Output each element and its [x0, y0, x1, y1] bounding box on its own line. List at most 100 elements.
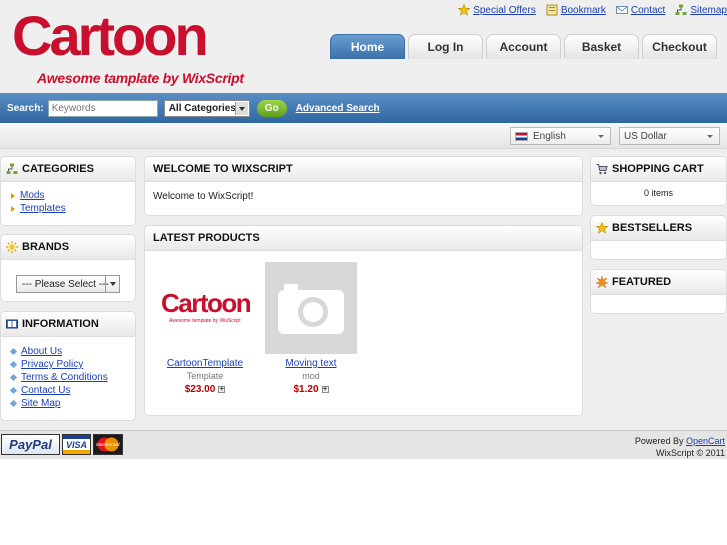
diamond-bullet-icon [9, 386, 18, 395]
main-nav: Home Log In Account Basket Checkout [330, 34, 717, 59]
product-image[interactable]: Cartoon Awesome template by WixScript [159, 262, 252, 354]
list-item[interactable]: Mods [11, 190, 135, 201]
nav-login[interactable]: Log In [408, 34, 483, 59]
information-box: INFORMATION About Us Privacy Policy Term… [0, 311, 136, 421]
latest-products-box: LATEST PRODUCTS Cartoon Awesome template… [144, 225, 583, 416]
camera-icon [278, 284, 344, 334]
mastercard-logo: MasterCard [93, 434, 123, 455]
logo[interactable]: Cartoon Awesome tamplate by WixScript [12, 4, 244, 87]
product-price: $1.20 [293, 384, 319, 395]
information-list: About Us Privacy Policy Terms & Conditio… [1, 337, 135, 409]
add-to-cart-icon[interactable]: + [218, 386, 226, 393]
toplink-label[interactable]: Contact [631, 5, 665, 16]
opencart-link[interactable]: OpenCart [686, 436, 725, 446]
diamond-bullet-icon [9, 399, 18, 408]
shopping-cart-box: SHOPPING CART 0 items [590, 156, 727, 206]
star-icon [458, 4, 471, 16]
sitemap-icon [675, 4, 687, 15]
product-price-row: $23.00 + [159, 384, 251, 395]
welcome-box: WELCOME TO WIXSCRIPT Welcome to WixScrip… [144, 156, 583, 216]
language-value: English [533, 130, 566, 142]
bestsellers-header: BESTSELLERS [591, 216, 726, 241]
main-content: CATEGORIES Mods Templates BRANDS --- Ple… [0, 149, 727, 430]
info-link[interactable]: Privacy Policy [21, 359, 83, 370]
visa-text: VISA [65, 439, 87, 450]
product-name-link[interactable]: CartoonTemplate [167, 358, 243, 369]
chevron-down-icon [234, 101, 248, 115]
nav-account[interactable]: Account [486, 34, 561, 59]
diamond-bullet-icon [9, 373, 18, 382]
currency-select[interactable]: US Dollar [619, 127, 720, 145]
logo-text: Cartoon [12, 4, 209, 67]
categories-title: CATEGORIES [22, 163, 94, 175]
brands-box: BRANDS --- Please Select --- [0, 234, 136, 302]
list-item[interactable]: Privacy Policy [9, 359, 135, 370]
search-go-button[interactable]: Go [256, 99, 287, 117]
toplink-sitemap[interactable]: Sitemap [675, 4, 727, 16]
categories-header: CATEGORIES [1, 157, 135, 182]
footer: PayPal VISA MasterCard Powered By OpenCa… [0, 430, 727, 459]
paypal-logo: PayPal [1, 434, 60, 455]
list-item[interactable]: About Us [9, 346, 135, 357]
bestsellers-box: BESTSELLERS [590, 215, 727, 260]
product-card: Moving text mod $1.20 + [265, 262, 357, 395]
visa-logo: VISA [62, 434, 91, 455]
product-card: Cartoon Awesome template by WixScript Ca… [159, 262, 252, 395]
category-link[interactable]: Templates [20, 203, 66, 214]
toplink-label[interactable]: Special Offers [473, 5, 536, 16]
list-item[interactable]: Templates [11, 203, 135, 214]
uk-flag-icon [515, 131, 528, 141]
nav-checkout[interactable]: Checkout [642, 34, 717, 59]
info-link[interactable]: Terms & Conditions [21, 372, 108, 383]
category-select[interactable]: All Categories [163, 99, 250, 117]
shopping-cart-header: SHOPPING CART [591, 157, 726, 182]
cart-count: 0 items [643, 188, 673, 198]
brands-header: BRANDS [1, 235, 135, 260]
product-name-link[interactable]: Moving text [285, 358, 336, 369]
info-link[interactable]: About Us [21, 346, 62, 357]
welcome-title: WELCOME TO WIXSCRIPT [153, 163, 293, 175]
search-input[interactable] [47, 99, 158, 117]
list-item[interactable]: Contact Us [9, 385, 135, 396]
currency-value: US Dollar [624, 130, 667, 142]
product-image[interactable] [265, 262, 357, 354]
burst-icon [596, 276, 608, 288]
arrow-right-icon [11, 205, 15, 212]
list-item[interactable]: Terms & Conditions [9, 372, 135, 383]
nav-basket[interactable]: Basket [564, 34, 639, 59]
welcome-header: WELCOME TO WIXSCRIPT [145, 157, 582, 182]
featured-title: FEATURED [612, 276, 672, 288]
chevron-down-icon [707, 135, 713, 138]
toplink-bookmark[interactable]: Bookmark [546, 4, 606, 16]
featured-header: FEATURED [591, 270, 726, 295]
nav-home[interactable]: Home [330, 34, 405, 59]
advanced-search-link[interactable]: Advanced Search [296, 103, 380, 114]
diamond-bullet-icon [9, 360, 18, 369]
category-list: Mods Templates [1, 182, 135, 214]
brand-select[interactable]: --- Please Select --- [16, 275, 120, 293]
brand-select-value: --- Please Select --- [22, 279, 109, 290]
product-price: $23.00 [184, 384, 216, 395]
language-select[interactable]: English [510, 127, 611, 145]
mail-icon [615, 6, 628, 14]
category-link[interactable]: Mods [20, 190, 44, 201]
add-to-cart-icon[interactable]: + [321, 386, 329, 393]
product-logo-tagline: Awesome template by WixScript [169, 318, 241, 324]
powered-by-text: Powered By [634, 436, 684, 446]
chevron-down-icon [105, 276, 119, 292]
info-link[interactable]: Site Map [21, 398, 60, 409]
info-link[interactable]: Contact Us [21, 385, 70, 396]
mastercard-text: MasterCard [96, 442, 120, 447]
toplink-special-offers[interactable]: Special Offers [458, 4, 536, 16]
cart-icon [596, 164, 608, 175]
toplink-contact[interactable]: Contact [615, 4, 665, 16]
search-bar: Search: All Categories Go Advanced Searc… [0, 93, 727, 123]
list-item[interactable]: Site Map [9, 398, 135, 409]
information-header: INFORMATION [1, 312, 135, 337]
footer-credits: Powered By OpenCart WixScript © 2011 [635, 435, 725, 459]
shopping-cart-title: SHOPPING CART [612, 163, 704, 175]
paypal-text: PayPal [9, 437, 52, 452]
toplink-label[interactable]: Sitemap [690, 5, 727, 16]
header: Cartoon Awesome tamplate by WixScript Sp… [0, 0, 727, 93]
toplink-label[interactable]: Bookmark [561, 5, 606, 16]
